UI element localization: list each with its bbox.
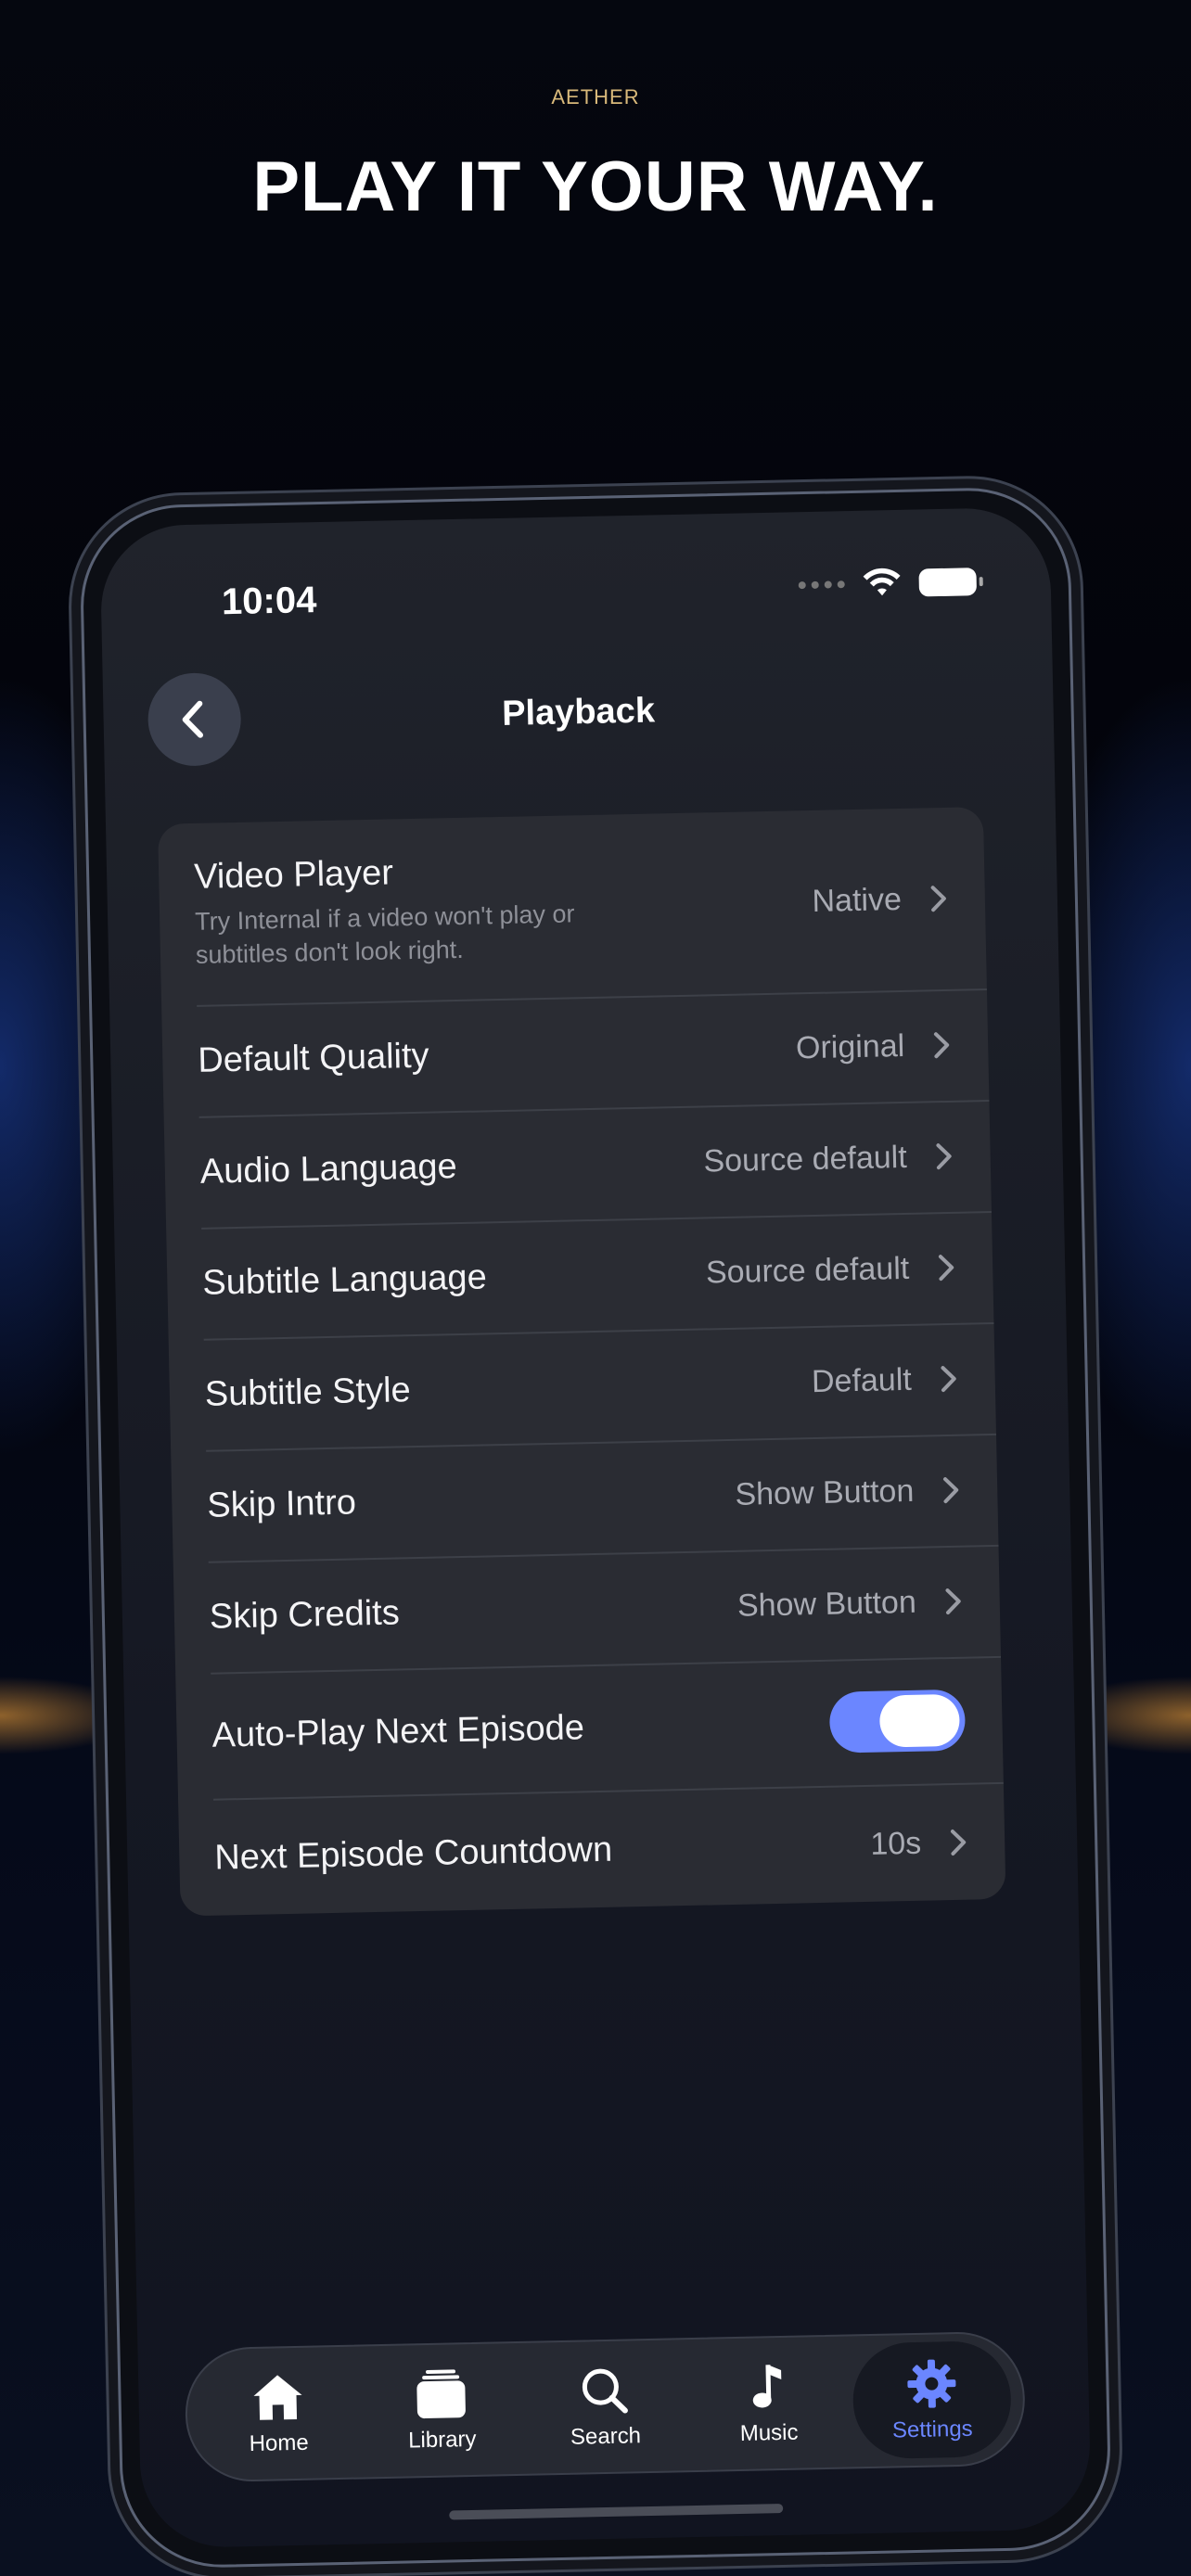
tab-label: Library [407, 2426, 477, 2453]
gear-icon [907, 2359, 956, 2408]
setting-row-next-countdown[interactable]: Next Episode Countdown 10s [178, 1782, 1005, 1917]
headline: PLAY IT YOUR WAY. [252, 147, 939, 226]
tab-search[interactable]: Search [525, 2347, 685, 2467]
setting-row-skip-credits[interactable]: Skip Credits Show Button [173, 1545, 1001, 1674]
setting-row-subtitle-style[interactable]: Subtitle Style Default [169, 1322, 996, 1451]
setting-value: Source default [705, 1250, 910, 1290]
tab-bar: Home Library Search Music Settings [184, 2330, 1027, 2483]
setting-row-audio-language[interactable]: Audio Language Source default [164, 1100, 992, 1229]
phone-mockup: 10:04 Playback Video Player Try Internal… [78, 486, 1113, 2570]
tab-home[interactable]: Home [198, 2354, 359, 2474]
search-icon [583, 2368, 629, 2414]
tab-settings[interactable]: Settings [852, 2340, 1012, 2460]
setting-label: Auto-Play Next Episode [211, 1707, 585, 1755]
tab-label: Search [570, 2422, 642, 2450]
home-indicator [449, 2503, 784, 2520]
chevron-right-icon [942, 1477, 959, 1504]
setting-row-default-quality[interactable]: Default Quality Original [161, 988, 989, 1117]
settings-card: Video Player Try Internal if a video won… [158, 807, 1006, 1917]
setting-value: Show Button [735, 1473, 915, 1512]
music-note-icon [752, 2364, 781, 2407]
setting-description: Try Internal if a video won't play or su… [194, 899, 575, 969]
tab-label: Home [249, 2429, 309, 2456]
chevron-right-icon [930, 886, 946, 912]
page-title: Playback [501, 691, 656, 733]
chevron-right-icon [945, 1588, 961, 1615]
setting-value: Show Button [736, 1584, 917, 1624]
setting-label: Subtitle Style [204, 1370, 412, 1414]
toggle-knob [878, 1693, 961, 1748]
setting-value: Native [812, 881, 903, 919]
setting-value: Original [795, 1027, 905, 1065]
battery-icon [918, 567, 978, 597]
setting-row-autoplay-next: Auto-Play Next Episode [175, 1656, 1004, 1800]
chevron-right-icon [933, 1032, 950, 1059]
status-icons [798, 566, 978, 601]
home-icon [253, 2374, 302, 2420]
setting-label: Next Episode Countdown [213, 1830, 613, 1878]
chevron-right-icon [941, 1366, 956, 1393]
tab-library[interactable]: Library [362, 2351, 522, 2470]
setting-label: Skip Intro [206, 1482, 357, 1525]
tab-music[interactable]: Music [688, 2344, 849, 2464]
tab-label: Music [739, 2419, 799, 2446]
setting-label: Subtitle Language [201, 1256, 488, 1303]
setting-value: Source default [703, 1139, 908, 1179]
setting-row-subtitle-language[interactable]: Subtitle Language Source default [166, 1211, 993, 1340]
chevron-right-icon [938, 1255, 954, 1282]
chevron-right-icon [936, 1143, 952, 1170]
library-icon [416, 2368, 467, 2418]
setting-label: Video Player [193, 852, 394, 897]
brand-label: AETHER [551, 85, 640, 108]
tab-label: Settings [891, 2416, 973, 2443]
setting-label: Skip Credits [209, 1592, 401, 1637]
phone-screen: 10:04 Playback Video Player Try Internal… [99, 506, 1092, 2549]
autoplay-toggle[interactable] [828, 1689, 967, 1753]
wifi-icon [863, 567, 901, 596]
setting-value: 10s [869, 1825, 922, 1862]
setting-label: Default Quality [197, 1036, 429, 1080]
setting-row-skip-intro[interactable]: Skip Intro Show Button [171, 1434, 998, 1562]
setting-row-video-player[interactable]: Video Player Try Internal if a video won… [158, 807, 987, 1006]
setting-value: Default [811, 1361, 913, 1399]
status-time: 10:04 [221, 580, 317, 623]
chevron-right-icon [950, 1830, 967, 1856]
cellular-signal-icon [798, 580, 845, 590]
setting-label: Audio Language [199, 1146, 458, 1192]
